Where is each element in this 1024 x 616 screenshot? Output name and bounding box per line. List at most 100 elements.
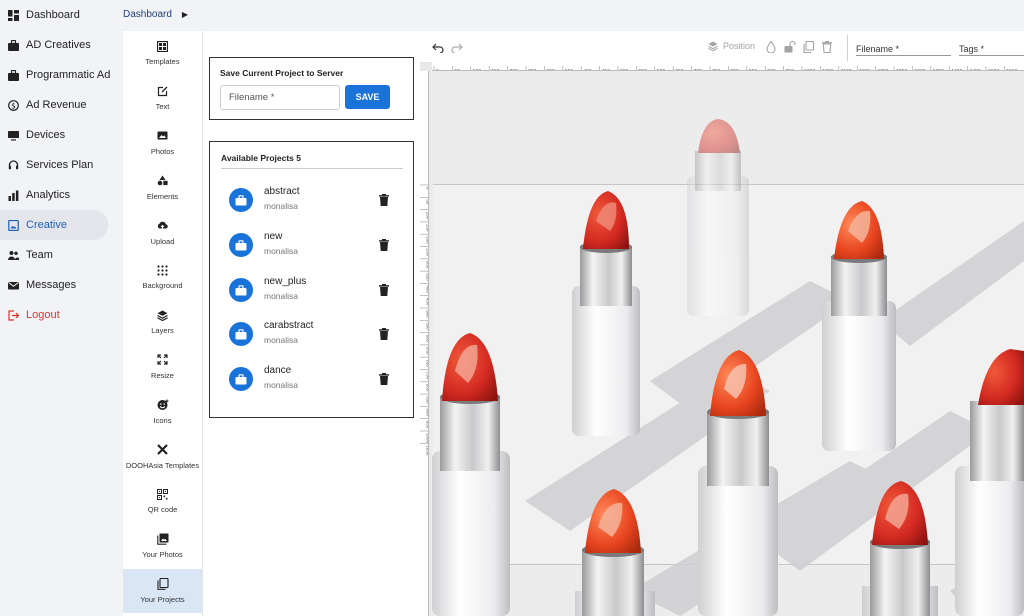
toolbar-divider <box>847 35 848 61</box>
breadcrumb-dashboard-link[interactable]: Dashboard <box>123 9 172 20</box>
redo-icon[interactable] <box>451 40 465 54</box>
delete-icon[interactable] <box>822 40 833 54</box>
briefcase-icon <box>229 188 253 212</box>
save-button[interactable]: SAVE <box>345 85 390 109</box>
project-owner: monalisa <box>264 380 299 390</box>
project-item[interactable]: abstract monalisa <box>229 184 394 220</box>
trash-icon[interactable] <box>379 327 389 340</box>
sidebar-item-label: Programmatic Ad <box>26 69 111 81</box>
svg-text:$: $ <box>11 101 16 110</box>
opacity-icon[interactable] <box>766 40 777 54</box>
elements-icon <box>157 175 169 187</box>
image-icon <box>8 219 19 231</box>
tool-label: Elements <box>146 191 179 201</box>
lock-icon[interactable] <box>784 40 796 53</box>
editor-tool-panel: Templates Text Photos Elements Upload Ba… <box>123 31 203 616</box>
sidebar-item-programmatic-ad[interactable]: Programmatic Ad <box>0 60 111 90</box>
upload-icon <box>157 220 169 232</box>
team-icon <box>8 250 19 261</box>
sidebar-item-messages[interactable]: Messages <box>0 270 108 300</box>
duplicate-icon[interactable] <box>803 40 815 54</box>
sidebar-item-label: Messages <box>26 279 77 291</box>
project-name: dance <box>264 365 292 376</box>
ruler-label: 1000 <box>426 433 430 444</box>
tool-label: DOOHAsia Templates <box>125 460 200 470</box>
tool-photos[interactable]: Photos <box>123 121 202 166</box>
resize-icon <box>157 354 169 366</box>
tool-label: Your Photos <box>142 550 183 560</box>
tool-layers[interactable]: Layers <box>123 300 202 345</box>
tool-text[interactable]: Text <box>123 76 202 121</box>
emoji-icon <box>157 399 169 411</box>
sidebar-item-label: Devices <box>26 129 66 141</box>
sidebar-item-creative[interactable]: Creative <box>0 210 108 240</box>
tool-label: Resize <box>151 370 174 380</box>
monitor-icon <box>8 130 19 141</box>
tool-your-photos[interactable]: Your Photos <box>123 524 202 569</box>
sidebar-item-logout[interactable]: Logout <box>0 300 108 330</box>
sidebar-item-label: Ad Revenue <box>26 99 87 111</box>
editor-toolbar: Position Filename * Tags * <box>420 31 1024 63</box>
available-projects-box: Available Projects 5 abstract monalisa n… <box>209 141 414 418</box>
divider <box>221 168 403 169</box>
trash-icon[interactable] <box>379 238 389 251</box>
ruler-label: 350 <box>426 273 430 281</box>
sidebar-item-services-plan[interactable]: Services Plan <box>0 150 108 180</box>
trash-icon[interactable] <box>379 372 389 385</box>
project-item[interactable]: carabstract monalisa <box>229 318 394 354</box>
tool-background[interactable]: Background <box>123 255 202 300</box>
tool-resize[interactable]: Resize <box>123 345 202 390</box>
sidebar-item-team[interactable]: Team <box>0 240 108 270</box>
position-button[interactable]: Position <box>708 41 755 51</box>
project-item[interactable]: new monalisa <box>229 229 394 265</box>
headset-icon <box>8 159 19 171</box>
undo-icon[interactable] <box>432 40 446 54</box>
briefcase-icon <box>8 69 19 81</box>
filename-input[interactable]: Filename * <box>220 85 340 110</box>
sidebar-item-ad-creatives[interactable]: AD Creatives <box>0 30 108 60</box>
dollar-icon: $ <box>8 99 19 111</box>
your-photos-icon <box>156 533 169 545</box>
bar-chart-icon <box>8 190 19 201</box>
briefcase-icon <box>229 367 253 391</box>
ruler-label: 1050 <box>426 445 430 456</box>
tool-templates[interactable]: Templates <box>123 31 202 76</box>
sidebar-item-ad-revenue[interactable]: $ Ad Revenue <box>0 90 108 120</box>
project-owner: monalisa <box>264 246 299 256</box>
tool-label: Background <box>142 281 183 291</box>
tool-upload[interactable]: Upload <box>123 210 202 255</box>
horizontal-ruler: 0501001502002503003504004505005506006507… <box>432 62 1024 71</box>
canvas-tags-field[interactable]: Tags * <box>959 44 1024 56</box>
ruler-label: 900 <box>426 408 430 416</box>
ruler-label: 200 <box>426 236 430 244</box>
tool-doohasia-templates[interactable]: DOOHAsia Templates <box>123 434 202 479</box>
background-icon <box>157 264 169 276</box>
project-owner: monalisa <box>264 335 299 345</box>
ruler-label: 800 <box>426 384 430 392</box>
canvas-filename-field[interactable]: Filename * <box>856 44 951 56</box>
layers-icon <box>157 309 169 321</box>
project-owner: monalisa <box>264 291 299 301</box>
project-item[interactable]: new_plus monalisa <box>229 274 394 310</box>
ruler-label: 700 <box>426 359 430 367</box>
design-tools-icon <box>157 444 169 456</box>
trash-icon[interactable] <box>379 283 389 296</box>
sidebar-item-analytics[interactable]: Analytics <box>0 180 108 210</box>
mail-icon <box>8 280 19 291</box>
tool-elements[interactable]: Elements <box>123 165 202 210</box>
tool-icons[interactable]: Icons <box>123 389 202 434</box>
tool-qr-code[interactable]: QR code <box>123 479 202 524</box>
sidebar-item-label: Analytics <box>26 189 71 201</box>
project-name: abstract <box>264 186 300 197</box>
qr-code-icon <box>157 488 169 500</box>
canvas-photo[interactable] <box>430 71 1024 616</box>
tool-your-projects[interactable]: Your Projects <box>123 568 202 614</box>
projects-panel: Save Current Project to Server Filename … <box>203 31 420 616</box>
ruler-label: 600 <box>426 335 430 343</box>
sidebar-item-devices[interactable]: Devices <box>0 120 108 150</box>
sidebar-item-dashboard[interactable]: Dashboard <box>0 0 108 30</box>
project-item[interactable]: dance monalisa <box>229 363 394 399</box>
layers-icon <box>708 41 718 51</box>
trash-icon[interactable] <box>379 193 389 206</box>
breadcrumb: Dashboard ▶ <box>123 9 188 20</box>
